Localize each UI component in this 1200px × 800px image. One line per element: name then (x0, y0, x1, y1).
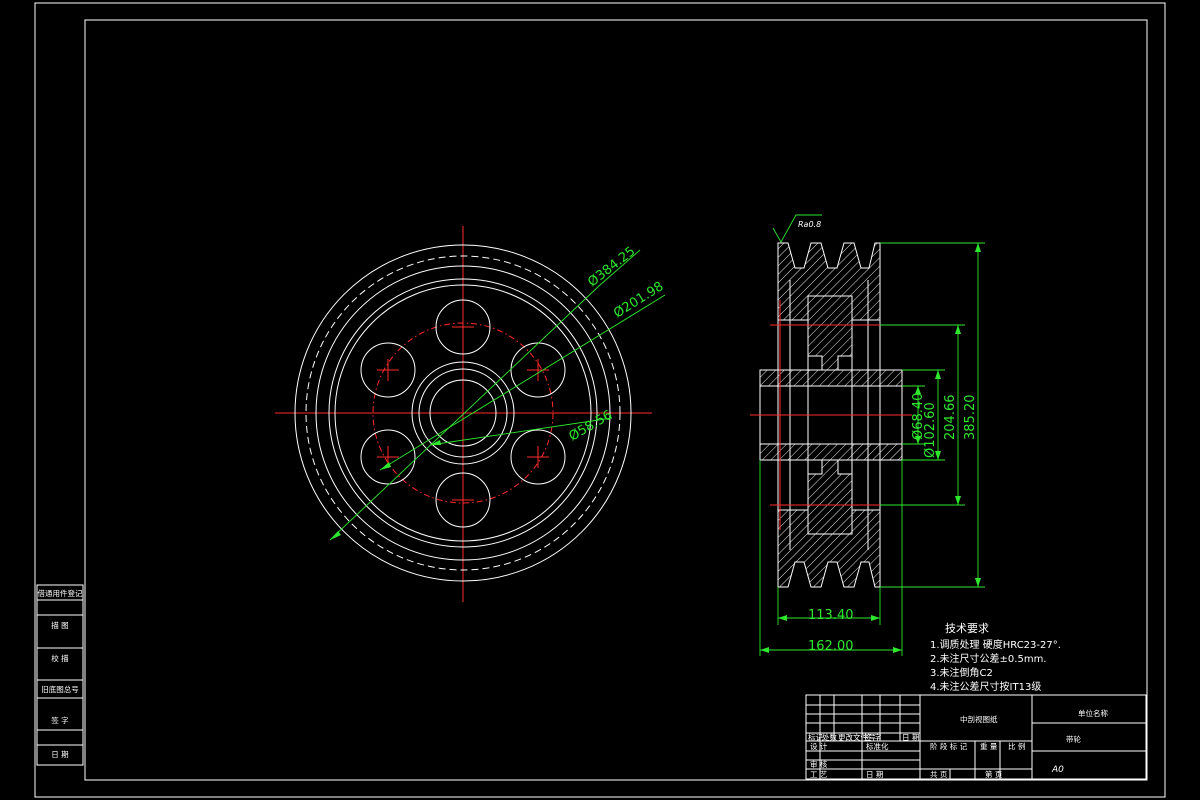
tb-label: 签 字 (864, 732, 881, 742)
stamp-row-label: 校 描 (51, 653, 69, 663)
tb-label: 日 期 (866, 770, 883, 779)
roughness-label: Ra0.8 (798, 220, 821, 229)
dim-outer-height: 385.20 (963, 395, 978, 441)
side-view: Ra0.8 385.20 204.66 Ø102.60 Ø68.40 113.4… (750, 214, 985, 656)
upper-web-section (807, 295, 853, 371)
lower-web-section (807, 459, 853, 535)
tb-company: 单位名称 (1078, 708, 1108, 718)
stamp-row-label: 签 字 (51, 715, 68, 725)
stamp-row-label: 旧底图总号 (41, 684, 79, 694)
hub-section-bottom (759, 443, 903, 461)
tb-label: 标准化 (866, 741, 889, 751)
tb-label: 共 页 (930, 770, 948, 779)
tb-part-name: 带轮 (1066, 734, 1082, 744)
tb-label: 重 量 (980, 742, 998, 751)
tech-requirement-item: 3.未注倒角C2 (930, 666, 993, 679)
tech-requirement-item: 4.未注公差尺寸按IT13级 (930, 680, 1041, 693)
tech-requirement-item: 2.未注尺寸公差±0.5mm. (930, 652, 1046, 665)
left-stamp-table: 借通用件登记 描 图 校 描 旧底图总号 签 字 日 期 (36, 584, 84, 766)
stamp-row-label: 日 期 (51, 750, 68, 759)
title-block: 标记 处数 更改文件号 签 字 日 期 设 计 标准化 审 核 工 艺 日 期 … (805, 694, 1147, 780)
tb-label: 设 计 (810, 741, 828, 751)
sheet-inner-border (84, 19, 1148, 781)
dim-rim-width: 113.40 (808, 608, 854, 623)
tb-material: 中剖视图纸 (960, 714, 998, 724)
hub-section-top (759, 369, 903, 387)
tb-label: 阶 段 标 记 (930, 741, 968, 751)
tb-sheet-size: A0 (1051, 765, 1064, 775)
dim-bore-diameter: Ø68.40 (911, 393, 926, 440)
stamp-row-label: 借通用件登记 (38, 588, 83, 598)
dim-outer-diameter: Ø384.25 (585, 244, 638, 290)
tb-label: 审 核 (810, 759, 828, 769)
tech-requirement-item: 1.调质处理 硬度HRC23-27°. (930, 638, 1061, 651)
dim-total-width: 162.00 (808, 639, 854, 654)
cad-drawing: 借通用件登记 描 图 校 描 旧底图总号 签 字 日 期 Ø384.25 Ø20… (34, 2, 1166, 798)
front-view: Ø384.25 Ø201.98 Ø58.56 (275, 226, 666, 602)
stamp-row-label: 描 图 (51, 620, 68, 630)
tb-label: 日 期 (902, 733, 919, 742)
dim-mid-height: 204.66 (943, 395, 958, 441)
dim-mid-diameter: Ø201.98 (611, 279, 666, 321)
tb-label: 工 艺 (810, 770, 827, 779)
tb-label: 处数 (822, 732, 837, 742)
tech-requirements: 技术要求 1.调质处理 硬度HRC23-27°. 2.未注尺寸公差±0.5mm.… (930, 622, 1061, 693)
tech-requirements-title: 技术要求 (945, 622, 989, 635)
tb-label: 第 页 (985, 769, 1003, 779)
sheet-outer-border (34, 2, 1166, 798)
tb-label: 比 例 (1008, 741, 1025, 751)
